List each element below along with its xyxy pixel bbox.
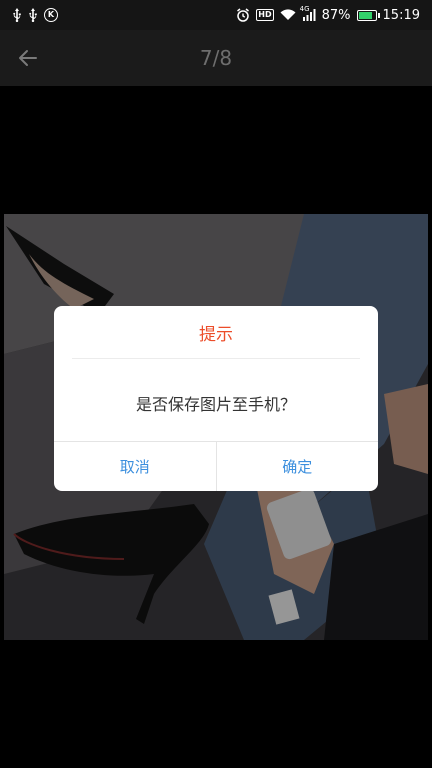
- battery-icon: [356, 9, 380, 21]
- hd-icon: HD: [256, 9, 274, 21]
- cancel-button[interactable]: 取消: [54, 442, 216, 491]
- k-icon: K: [44, 8, 58, 22]
- network-type-label: 4G: [299, 5, 310, 13]
- title-bar: 7/8: [0, 30, 432, 86]
- save-image-dialog: 提示 是否保存图片至手机？ 取消 确定: [54, 306, 378, 491]
- screen: K HD 4G 87% 15:19 7/8 提示 是否保存图片至手机？ 取消 确…: [0, 0, 432, 768]
- wifi-icon: [280, 9, 296, 21]
- clock: 15:19: [382, 7, 420, 23]
- battery-percent: 87%: [321, 7, 351, 23]
- back-button[interactable]: [12, 42, 44, 74]
- page-indicator: 7/8: [199, 46, 233, 70]
- status-bar: K HD 4G 87% 15:19: [0, 0, 432, 30]
- dialog-title: 提示: [199, 324, 233, 345]
- confirm-button[interactable]: 确定: [215, 442, 379, 491]
- signal-icon: 4G: [300, 5, 316, 21]
- back-arrow-icon: [19, 50, 37, 66]
- usb-icon: [12, 8, 22, 22]
- status-bar-right: HD 4G 87% 15:19: [236, 5, 420, 23]
- usb-icon: [28, 8, 38, 22]
- status-bar-left: K: [12, 8, 58, 22]
- alarm-icon: [236, 8, 250, 22]
- dialog-button-row: 取消 确定: [54, 441, 378, 491]
- dialog-message: 是否保存图片至手机？: [135, 395, 296, 414]
- battery-level: [358, 11, 373, 19]
